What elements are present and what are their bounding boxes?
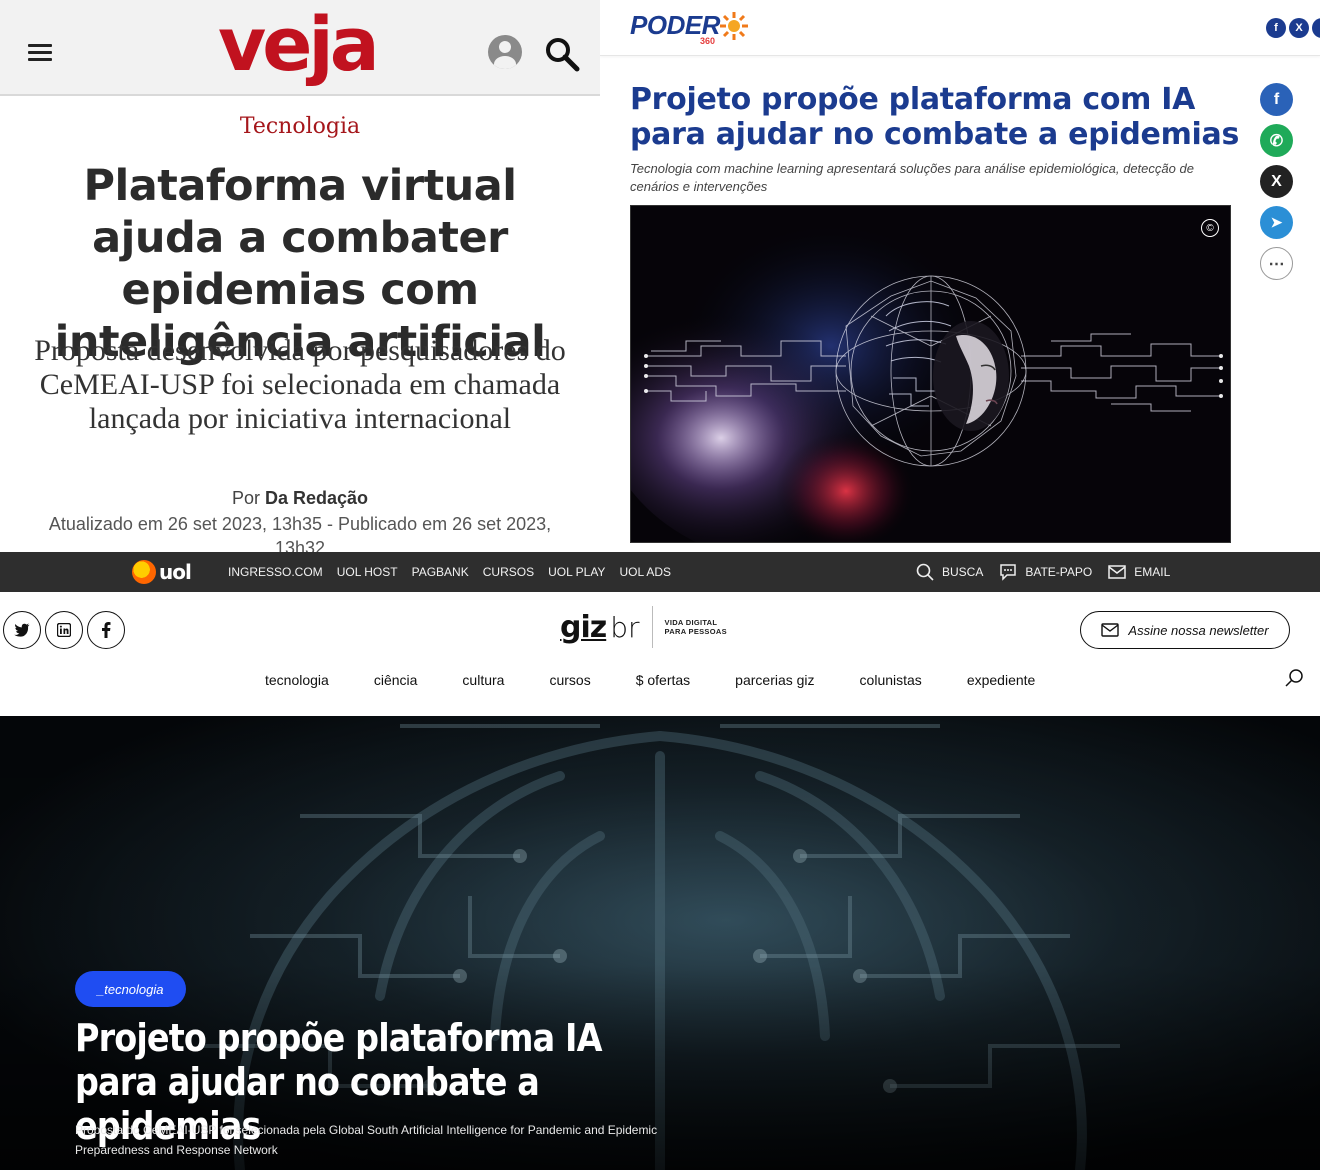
uol-logo-text: uol [159, 560, 192, 584]
telegram-icon[interactable]: ➤ [1260, 206, 1293, 239]
uol-links: INGRESSO.COM UOL HOST PAGBANK CURSOS UOL… [228, 565, 671, 579]
search-icon [916, 563, 934, 581]
ai-head-image: © [630, 205, 1231, 543]
giz-logo-tagline: VIDA DIGITAL PARA PESSOAS [665, 618, 727, 636]
uol-link[interactable]: UOL HOST [337, 565, 398, 579]
search-icon[interactable] [1284, 668, 1304, 688]
user-icon[interactable] [488, 35, 522, 69]
mail-icon [1108, 565, 1126, 579]
uol-actions: BUSCA BATE-PAPO EMAIL [916, 563, 1170, 581]
byline: Por Da Redação [0, 488, 600, 509]
dateline: Atualizado em 26 set 2023, 13h35 - Publi… [48, 514, 552, 552]
veja-logo[interactable]: veja [218, 8, 380, 82]
article-title: Projeto propõe plataforma com IA para aj… [630, 82, 1240, 152]
poder360-article-panel: PODER 360 f X Projeto propõe plataforma … [600, 0, 1320, 552]
linkedin-icon[interactable] [45, 611, 83, 649]
twitter-icon[interactable] [3, 611, 41, 649]
bate-papo-label: BATE-PAPO [1025, 565, 1093, 579]
nav-item-cursos[interactable]: cursos [549, 672, 590, 688]
top-share-bar: f X [1266, 18, 1320, 38]
article-subtitle: Proposta desenvolvida por pesquisadores … [34, 334, 566, 435]
article-subtitle: Proposta do CeMEAI-USP foi selecionada p… [75, 1123, 658, 1157]
byline-author[interactable]: Da Redação [265, 488, 368, 508]
newsletter-button[interactable]: Assine nossa newsletter [1080, 611, 1290, 649]
ai-head-illustration [631, 206, 1230, 542]
facebook-icon[interactable]: f [1266, 18, 1286, 38]
newsletter-label: Assine nossa newsletter [1128, 622, 1269, 638]
collage: veja Tecnologia Plataforma virtual ajuda… [0, 0, 1320, 1170]
nav-item-ciencia[interactable]: ciência [374, 672, 418, 688]
nav-item-expediente[interactable]: expediente [967, 672, 1036, 688]
poder360-logo-suffix: 360 [700, 36, 716, 46]
sun-logo-icon [720, 12, 748, 40]
mail-icon [1101, 623, 1120, 637]
uol-link[interactable]: INGRESSO.COM [228, 565, 323, 579]
nav-item-tecnologia[interactable]: tecnologia [265, 672, 329, 688]
article-subtitle: Tecnologia com machine learning apresent… [630, 161, 1194, 194]
giz-logo[interactable]: giz br VIDA DIGITAL PARA PESSOAS [560, 606, 727, 648]
facebook-icon[interactable] [87, 611, 125, 649]
menu-icon[interactable] [28, 44, 52, 62]
search-icon[interactable] [544, 36, 580, 72]
uol-top-bar: uol INGRESSO.COM UOL HOST PAGBANK CURSOS… [0, 552, 1320, 592]
giz-main-nav: tecnologia ciência cultura cursos $ ofer… [265, 672, 1035, 688]
tagline-line-2: PARA PESSOAS [664, 627, 727, 636]
uol-logo[interactable]: uol [132, 560, 192, 584]
nav-item-cultura[interactable]: cultura [462, 672, 504, 688]
nav-item-colunistas[interactable]: colunistas [860, 672, 922, 688]
copyright-icon: © [1201, 219, 1219, 237]
uol-link[interactable]: CURSOS [483, 565, 534, 579]
uol-link[interactable]: PAGBANK [412, 565, 469, 579]
uol-busca[interactable]: BUSCA [916, 563, 983, 581]
uol-ball-icon [132, 560, 156, 584]
byline-prefix: Por [231, 488, 260, 508]
uol-email[interactable]: EMAIL [1108, 564, 1170, 580]
veja-article-panel: veja Tecnologia Plataforma virtual ajuda… [0, 0, 600, 552]
category-tag[interactable]: _tecnologia [75, 971, 186, 1007]
uol-bate-papo[interactable]: BATE-PAPO [999, 563, 1092, 581]
facebook-icon[interactable]: f [1260, 83, 1293, 116]
veja-header: veja [0, 0, 600, 96]
share-icon[interactable] [1312, 18, 1320, 38]
nav-item-ofertas[interactable]: $ ofertas [636, 672, 690, 688]
uol-link[interactable]: UOL ADS [619, 565, 671, 579]
x-icon[interactable]: X [1260, 165, 1293, 198]
giz-logo-main: giz [560, 609, 607, 645]
nav-item-parcerias[interactable]: parcerias giz [735, 672, 814, 688]
poder360-header: PODER 360 f X [600, 0, 1320, 56]
more-icon[interactable]: ⋯ [1260, 247, 1293, 280]
email-label: EMAIL [1134, 565, 1171, 579]
chat-icon [1000, 564, 1017, 581]
busca-label: BUSCA [942, 565, 984, 579]
category-label[interactable]: Tecnologia [0, 114, 600, 139]
uol-link[interactable]: UOL PLAY [548, 565, 605, 579]
whatsapp-icon[interactable]: ✆ [1260, 124, 1293, 157]
giz-logo-br: br [610, 610, 640, 644]
logo-divider [651, 606, 653, 648]
side-share-bar: f ✆ X ➤ ⋯ [1260, 83, 1293, 280]
hero-image: _tecnologia Projeto propõe plataforma IA… [0, 716, 1320, 1170]
tagline-line-1: VIDA DIGITAL [664, 618, 718, 627]
giz-social-links [3, 611, 125, 649]
gizmodo-article-panel: giz br VIDA DIGITAL PARA PESSOAS Assine … [0, 592, 1320, 1170]
x-icon[interactable]: X [1289, 18, 1309, 38]
